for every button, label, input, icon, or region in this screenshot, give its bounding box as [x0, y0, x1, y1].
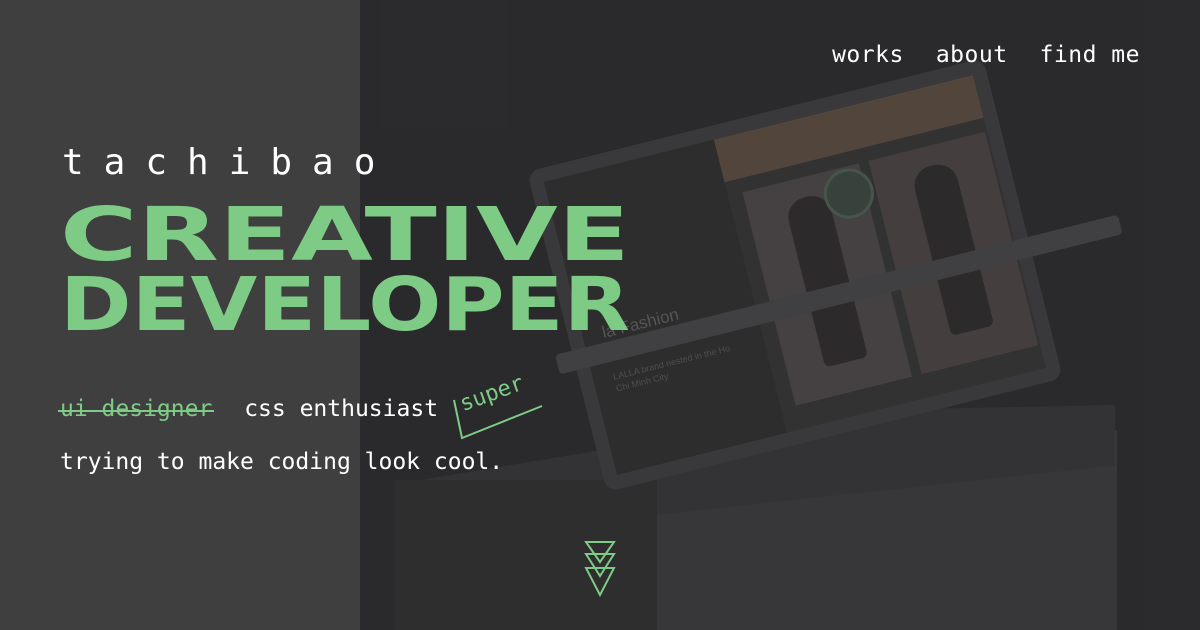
main-nav: works about find me: [832, 42, 1140, 68]
tagline: trying to make coding look cool.: [60, 449, 504, 475]
nav-find-me-link[interactable]: find me: [1040, 42, 1140, 68]
nav-works-link[interactable]: works: [832, 42, 904, 68]
role-text: css enthusiast: [244, 396, 439, 422]
nav-about-link[interactable]: about: [936, 42, 1008, 68]
role-line: ui designer css enthusiast: [60, 396, 438, 422]
headline-line-2: DEVELOPER: [60, 262, 630, 338]
brand-name: tachibao: [62, 142, 396, 183]
down-triangles-icon[interactable]: [584, 540, 616, 598]
headline-svg: CREATIVE DEVELOPER: [60, 192, 630, 348]
headline: CREATIVE DEVELOPER: [60, 192, 660, 348]
strikethrough-role: ui designer: [60, 396, 213, 422]
